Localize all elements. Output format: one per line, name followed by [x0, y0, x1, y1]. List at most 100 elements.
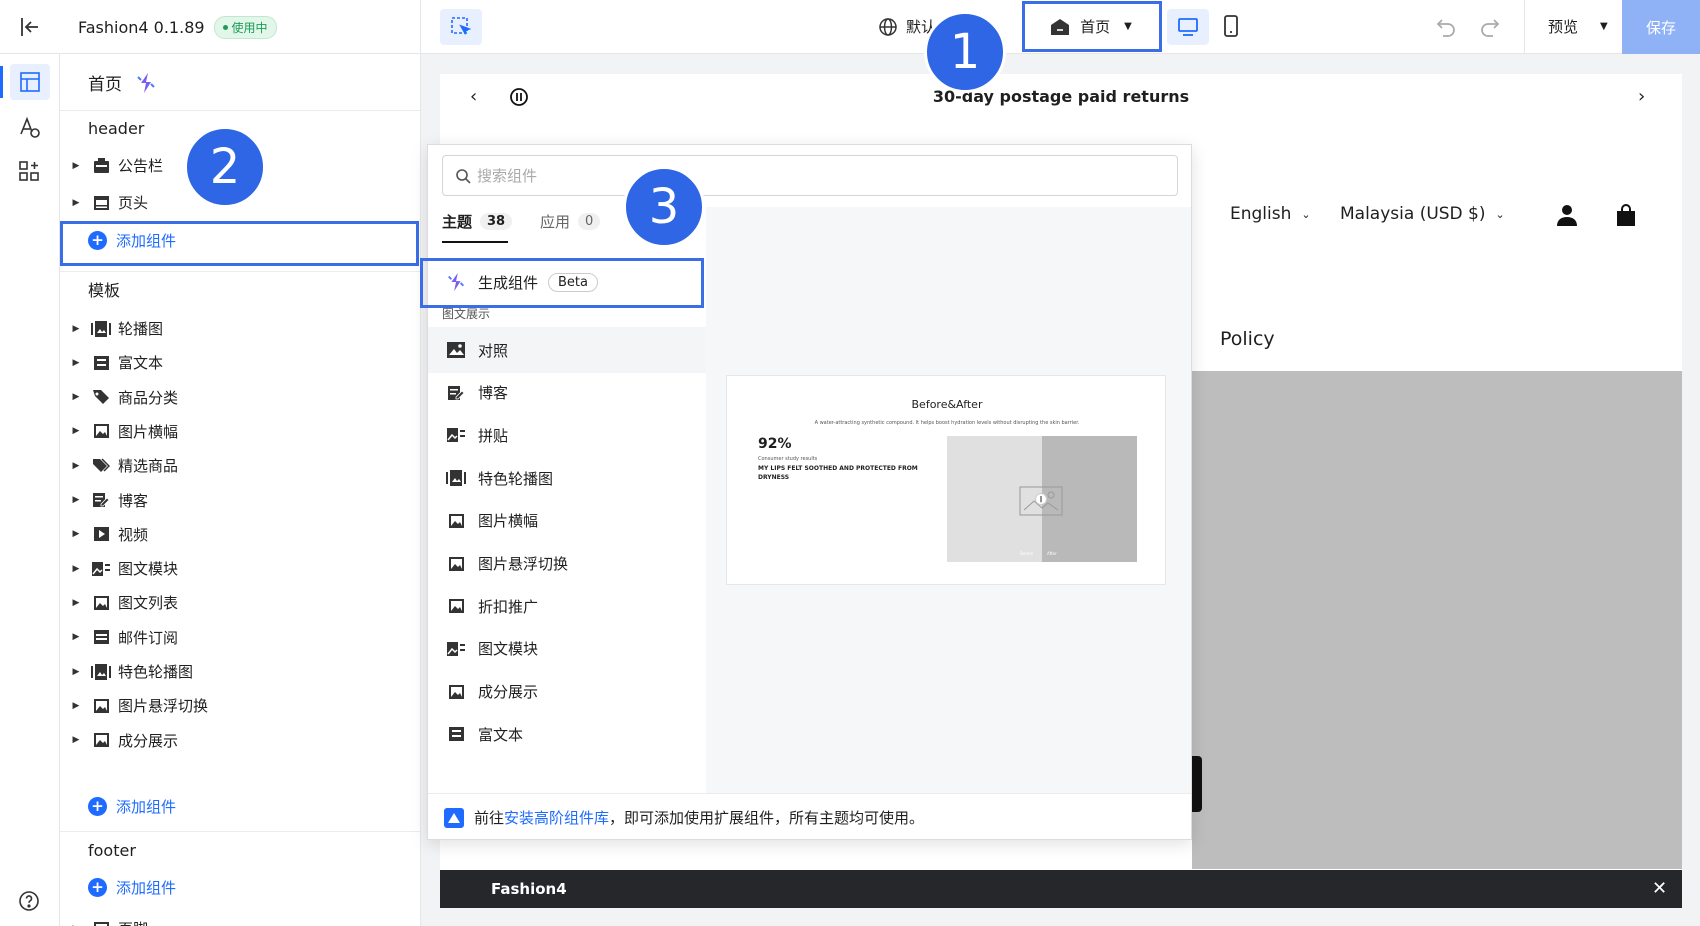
richtext-icon [90, 353, 112, 373]
caret-right-icon[interactable]: ▶ [68, 598, 84, 608]
slideshow-icon [90, 662, 112, 682]
preview-button[interactable]: 预览 ▼ [1548, 16, 1608, 37]
mobile-view-button[interactable] [1223, 14, 1239, 38]
tree-item-image-banner[interactable]: ▶ 图片横幅 [60, 413, 420, 450]
cart-icon[interactable] [1616, 204, 1636, 226]
component-item-collage[interactable]: 拼贴 [428, 412, 706, 458]
caret-right-icon[interactable]: ▶ [68, 735, 84, 745]
tree-item-ingredients[interactable]: ▶ 成分展示 [60, 722, 420, 759]
caret-right-icon[interactable]: ▶ [68, 324, 84, 334]
layout-icon[interactable] [10, 64, 50, 100]
desktop-view-button[interactable] [1167, 9, 1209, 45]
currency-selector[interactable]: Malaysia (USD $) ⌄ [1340, 204, 1505, 224]
left-rail [0, 54, 60, 926]
theme-style-icon[interactable] [18, 116, 42, 140]
tab-theme[interactable]: 主题 38 [442, 211, 513, 232]
announcement-text: 30-day postage paid returns [932, 87, 1190, 106]
search-input[interactable]: 搜索组件 [442, 155, 1178, 196]
tree-item-blog[interactable]: ▶ 博客 [60, 482, 420, 519]
language-selector[interactable]: English ⌄ [1230, 204, 1311, 224]
component-item-discount-promo[interactable]: 折扣推广 [428, 583, 706, 629]
caret-right-icon[interactable]: ▶ [68, 564, 84, 574]
install-library-link[interactable]: 安装高阶组件库 [504, 807, 609, 828]
caret-right-icon[interactable]: ▶ [68, 495, 84, 505]
nav-link-policy[interactable]: Policy [1220, 328, 1275, 350]
caret-down-icon: ▼ [1600, 21, 1608, 32]
add-component-button-header[interactable]: + 添加组件 [88, 222, 176, 259]
mobile-icon [1224, 15, 1238, 37]
tree-item-featured-products[interactable]: ▶ 精选商品 [60, 447, 420, 484]
select-tool-button[interactable] [440, 9, 482, 45]
chevron-right-icon[interactable]: › [1638, 86, 1645, 107]
theme-bottom-bar: Fashion4 ✕ [440, 870, 1682, 908]
caret-right-icon[interactable]: ▶ [68, 461, 84, 471]
before-label: Before [1020, 551, 1034, 556]
tree-item-image-with-text[interactable]: ▶ 图文模块 [60, 550, 420, 587]
tree-item-collection-list[interactable]: ▶ 商品分类 [60, 379, 420, 416]
announcement-icon [90, 156, 112, 176]
account-icon[interactable] [1556, 204, 1578, 226]
component-item-featured-slideshow[interactable]: 特色轮播图 [428, 455, 706, 501]
caret-right-icon[interactable]: ▶ [68, 358, 84, 368]
image-icon [90, 730, 112, 750]
globe-icon [879, 17, 897, 36]
card-stat-caption: Consumer study results [758, 456, 818, 462]
image-icon [90, 593, 112, 613]
tab-apps[interactable]: 应用 0 [540, 211, 601, 232]
page-select[interactable]: 首页 ▼ [1022, 1, 1160, 52]
mail-icon [90, 627, 112, 647]
component-item-rich-text[interactable]: 富文本 [428, 711, 706, 757]
tree-item-image-text-list[interactable]: ▶ 图文列表 [60, 584, 420, 621]
popup-footer: 前往 安装高阶组件库 ，即可添加使用扩展组件，所有主题均可使用。 [428, 793, 1191, 839]
tree-item-footer[interactable]: ▶ 页脚 [60, 910, 420, 926]
ai-sparkle-icon[interactable] [134, 71, 158, 95]
tab-active-underline [442, 241, 508, 243]
caret-right-icon[interactable]: ▶ [68, 426, 84, 436]
caret-right-icon[interactable]: ▶ [68, 529, 84, 539]
caret-right-icon[interactable]: ▶ [68, 632, 84, 642]
tree-item-slideshow[interactable]: ▶ 轮播图 [60, 310, 420, 347]
caret-right-icon[interactable]: ▶ [68, 198, 84, 208]
announcement-bar: ‹ 30-day postage paid returns › [440, 74, 1682, 120]
tree-item-video[interactable]: ▶ 视频 [60, 516, 420, 553]
desktop-icon [1178, 18, 1198, 36]
image-icon [90, 421, 112, 441]
add-component-popup: 搜索组件 主题 38 应用 0 生成组件 Beta 图文展示 对照 博客 拼贴 特色轮… [427, 144, 1192, 840]
tree-item-image-hover-switch[interactable]: ▶ 图片悬浮切换 [60, 687, 420, 724]
tree-item-rich-text[interactable]: ▶ 富文本 [60, 344, 420, 381]
tree-item-featured-slideshow[interactable]: ▶ 特色轮播图 [60, 653, 420, 690]
component-item-image-with-text[interactable]: 图文模块 [428, 626, 706, 672]
caret-right-icon[interactable]: ▶ [68, 392, 84, 402]
caret-right-icon[interactable]: ▶ [68, 161, 84, 171]
plus-circle-icon: + [88, 231, 107, 250]
redo-icon[interactable] [1478, 16, 1500, 38]
after-label: After [1047, 551, 1057, 556]
component-item-blog[interactable]: 博客 [428, 370, 706, 416]
status-badge: 使用中 [213, 15, 277, 39]
add-component-button-template[interactable]: + 添加组件 [88, 788, 176, 825]
tree-item-newsletter[interactable]: ▶ 邮件订阅 [60, 619, 420, 656]
component-item-image-banner[interactable]: 图片横幅 [428, 498, 706, 544]
richtext-icon [444, 723, 468, 745]
search-icon [456, 168, 471, 184]
component-preview-pane: Before&After A water-attracting syntheti… [706, 207, 1191, 799]
generate-component-item[interactable]: 生成组件 Beta [428, 259, 706, 305]
caret-right-icon[interactable]: ▶ [68, 701, 84, 711]
exit-icon[interactable] [18, 15, 42, 39]
component-item-ingredients[interactable]: 成分展示 [428, 669, 706, 715]
help-icon[interactable] [18, 890, 40, 912]
top-toolbar: Fashion4 0.1.89 使用中 默认 首页 ▼ 预览 ▼ 保存 [0, 0, 1700, 54]
close-icon[interactable]: ✕ [1652, 878, 1667, 899]
tags-icon [90, 456, 112, 476]
add-component-button-footer[interactable]: + 添加组件 [88, 869, 176, 906]
apps-icon[interactable] [18, 160, 40, 182]
app-name: Fashion4 0.1.89 [78, 17, 205, 37]
component-item-comparison[interactable]: 对照 [428, 327, 706, 373]
component-item-image-hover-switch[interactable]: 图片悬浮切换 [428, 541, 706, 587]
imgtext-icon [90, 559, 112, 579]
image-icon [90, 696, 112, 716]
caret-right-icon[interactable]: ▶ [68, 667, 84, 677]
plus-circle-icon: + [88, 878, 107, 897]
undo-icon[interactable] [1436, 16, 1458, 38]
save-button[interactable]: 保存 [1622, 0, 1700, 54]
